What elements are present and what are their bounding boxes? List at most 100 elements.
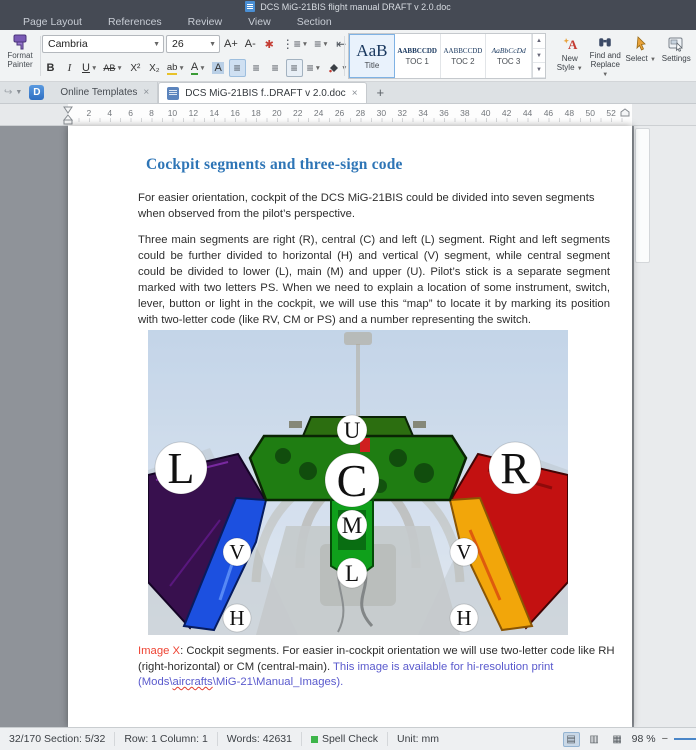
- ruler-number: 16: [230, 108, 240, 118]
- zoom-level: 98 %: [631, 733, 656, 745]
- zoom-slider[interactable]: [674, 738, 696, 740]
- font-color-button[interactable]: A ▼: [189, 59, 208, 77]
- justify-button[interactable]: ≡: [285, 59, 303, 77]
- underline-button[interactable]: U ▼: [80, 59, 99, 77]
- unit-status[interactable]: Unit: mm: [388, 732, 448, 746]
- scrollbar-thumb[interactable]: [635, 128, 650, 263]
- gallery-scroll-up[interactable]: ▲: [533, 34, 545, 49]
- find-and-replace-button[interactable]: Find and Replace ▼: [588, 33, 624, 80]
- paragraph-2: Three main segments are right (R), centr…: [138, 234, 610, 326]
- zoom-out-button[interactable]: −: [662, 733, 668, 745]
- segment-lower-label: L: [345, 561, 359, 586]
- new-style-icon: A: [563, 37, 578, 52]
- document-viewport[interactable]: Cockpit segments and three-sign code For…: [0, 126, 696, 727]
- ruler-number: 46: [543, 108, 554, 118]
- close-icon[interactable]: ×: [143, 87, 149, 98]
- superscript-button[interactable]: X²: [127, 59, 144, 77]
- word-count-status[interactable]: Words: 42631: [218, 732, 302, 746]
- gallery-more-button[interactable]: ▼: [533, 63, 545, 79]
- bold-button[interactable]: B: [42, 59, 59, 77]
- chevron-down-icon[interactable]: ▼: [15, 89, 22, 96]
- menu-page-layout[interactable]: Page Layout: [10, 16, 95, 28]
- ruler-number: 50: [585, 108, 595, 118]
- font-name-value: Cambria: [48, 38, 88, 50]
- italic-button[interactable]: I: [61, 59, 78, 77]
- cursor-arrow-icon: [636, 36, 646, 51]
- page-view-icon[interactable]: ▤: [562, 731, 580, 747]
- numbering-button[interactable]: ≡ ▼: [312, 35, 330, 53]
- close-icon[interactable]: ×: [352, 88, 358, 99]
- align-center-button[interactable]: ≡: [248, 59, 265, 77]
- ruler-number: 10: [167, 108, 178, 118]
- new-style-button[interactable]: A New Style ▼: [552, 33, 588, 80]
- menu-references[interactable]: References: [95, 16, 175, 28]
- menu-bar: Page Layout References Review View Secti…: [10, 13, 345, 30]
- paint-bucket-icon: [329, 63, 339, 72]
- ruler-number: 44: [522, 108, 533, 118]
- style-toc2[interactable]: AABBCCDD TOC 2: [441, 34, 487, 78]
- line-spacing-button[interactable]: ≡ ▼: [305, 59, 323, 77]
- select-button[interactable]: Select ▼: [623, 33, 659, 80]
- ruler-number: 34: [418, 108, 428, 118]
- font-size-combo[interactable]: 26 ▼: [166, 35, 220, 53]
- bullets-button[interactable]: ⋮≡ ▼: [280, 35, 310, 53]
- menu-section[interactable]: Section: [284, 16, 345, 28]
- horizontal-ruler: 2 4 6 8 10 12 14 16 18 20 22 24 26 28 30 32 34 36 38 40 42 44…: [0, 104, 696, 126]
- shading-fill-button[interactable]: ▼: [325, 59, 349, 77]
- segment-right-label: R: [500, 444, 530, 493]
- tab-document[interactable]: DCS MiG-21BIS f..DRAFT v 2.0.doc ×: [158, 82, 367, 103]
- strikethrough-button[interactable]: AB ▼: [101, 59, 124, 77]
- font-name-combo[interactable]: Cambria ▼: [42, 35, 164, 53]
- indent-markers[interactable]: [62, 106, 74, 125]
- vertical-scrollbar[interactable]: [634, 126, 696, 727]
- app-logo-icon[interactable]: D: [29, 85, 45, 100]
- text-effects-button[interactable]: ✱: [261, 35, 278, 53]
- web-view-icon[interactable]: ▦: [609, 732, 626, 747]
- spell-check-status[interactable]: Spell Check: [302, 732, 388, 746]
- document-tab-bar: ↪ ▼ D Online Templates × DCS MiG-21BIS f…: [0, 82, 696, 104]
- share-arrow-icon[interactable]: ↪: [4, 87, 12, 98]
- ruler-number: 40: [481, 108, 491, 118]
- style-title[interactable]: AaB Title: [349, 34, 395, 78]
- binoculars-icon: [599, 38, 612, 47]
- toolbar-right-group: A New Style ▼ Find and Replace ▼ Select …: [552, 33, 694, 80]
- ruler-number: 52: [606, 108, 616, 118]
- character-shading-button[interactable]: A: [210, 59, 227, 77]
- caption-note-end: \MiG-21\Manual_Images).: [212, 676, 344, 688]
- menu-view[interactable]: View: [235, 16, 284, 28]
- align-right-button[interactable]: ≡: [267, 59, 284, 77]
- new-tab-button[interactable]: +: [367, 85, 395, 100]
- font-size-value: 26: [172, 38, 184, 50]
- gallery-scroll-down[interactable]: ▼: [533, 49, 545, 64]
- right-indent-marker[interactable]: [619, 108, 631, 118]
- segment-left-label: L: [168, 444, 195, 493]
- highlight-color-button[interactable]: ab ▼: [165, 59, 187, 77]
- row-column-status[interactable]: Row: 1 Column: 1: [115, 732, 218, 746]
- chevron-down-icon: ▼: [209, 40, 216, 48]
- svg-text:A: A: [568, 37, 578, 52]
- grow-font-button[interactable]: A+: [222, 35, 240, 53]
- settings-button[interactable]: Settings: [659, 33, 695, 80]
- menu-review[interactable]: Review: [175, 16, 235, 28]
- format-painter-icon: [13, 34, 27, 50]
- subscript-button[interactable]: X₂: [146, 59, 163, 77]
- outline-view-icon[interactable]: ▥: [586, 732, 603, 747]
- gallery-scroll: ▲ ▼ ▼: [532, 34, 545, 79]
- window-title: DCS MiG-21BIS flight manual DRAFT v 2.0.…: [260, 1, 451, 12]
- styles-gallery: AaB Title AABBCCDD TOC 1 AABBCCDD TOC 2 …: [348, 33, 546, 79]
- caption-path-word: aircrafts: [172, 676, 213, 688]
- ruler-number: 2: [86, 108, 92, 118]
- shrink-font-button[interactable]: A-: [242, 35, 259, 53]
- section-heading: Cockpit segments and three-sign code: [146, 156, 403, 173]
- align-left-button[interactable]: ≡: [228, 59, 246, 77]
- format-painter-button[interactable]: Format Painter: [2, 33, 38, 79]
- style-toc3[interactable]: AaBbCcDd TOC 3: [486, 34, 533, 78]
- page-count-status[interactable]: 32/170 Section: 5/32: [0, 732, 116, 746]
- document-icon: [167, 86, 180, 100]
- document-page[interactable]: Cockpit segments and three-sign code For…: [68, 126, 632, 727]
- tab-online-templates[interactable]: Online Templates ×: [52, 82, 159, 103]
- segment-right-h-label: H: [456, 606, 471, 630]
- chevron-down-icon: ▼: [153, 40, 160, 48]
- style-toc1[interactable]: AABBCCDD TOC 1: [395, 34, 441, 78]
- ruler-number: 48: [564, 108, 575, 118]
